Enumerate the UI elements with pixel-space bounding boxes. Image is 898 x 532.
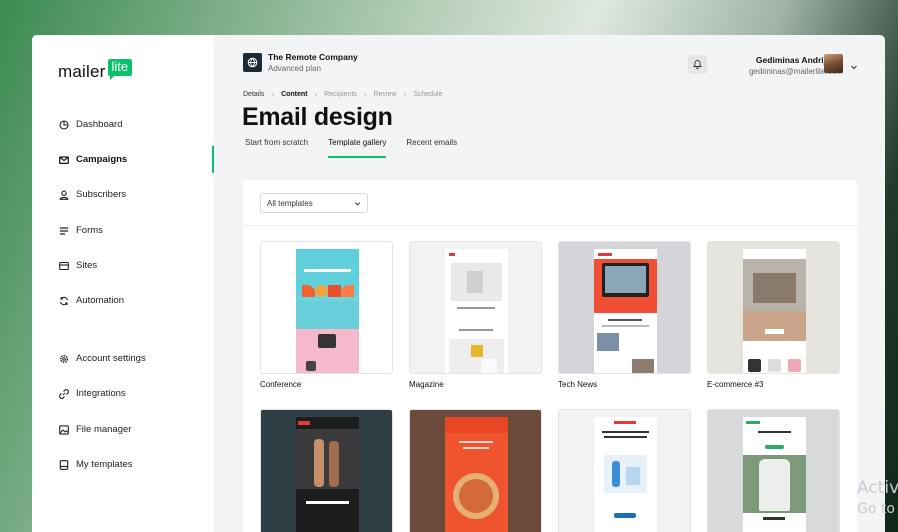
template-gallery-panel: All templates Conference Magazine Tech N…: [243, 180, 857, 532]
tab-bar: Start from scratch Template gallery Rece…: [245, 138, 477, 158]
sidebar-item-label: Sites: [76, 260, 98, 271]
sidebar-item-label: Dashboard: [76, 119, 123, 130]
page-title: Email design: [242, 103, 393, 131]
breadcrumb-review[interactable]: Review: [374, 91, 397, 98]
template-label: Conference: [260, 380, 302, 389]
template-card-tech-news[interactable]: [558, 241, 691, 374]
template-preview: [594, 249, 657, 373]
sidebar-item-campaigns[interactable]: Campaigns: [58, 154, 127, 165]
gear-icon: [58, 353, 69, 364]
template-card[interactable]: [558, 409, 691, 532]
company-plan: Advanced plan: [268, 64, 321, 73]
user-icon: [58, 189, 69, 200]
sidebar-item-automation[interactable]: Automation: [58, 295, 124, 306]
sidebar-item-dashboard[interactable]: Dashboard: [58, 119, 122, 130]
sidebar-item-label: My templates: [76, 459, 133, 470]
activate-windows-watermark: Activ Go to: [857, 478, 898, 520]
company-logo: [243, 53, 262, 72]
template-card[interactable]: [260, 409, 393, 532]
template-preview: [594, 417, 657, 532]
tab-template-gallery[interactable]: Template gallery: [328, 138, 387, 158]
sidebar: mailer lite Dashboard Campaigns Subscrib…: [32, 35, 214, 532]
image-icon: [58, 424, 69, 435]
notifications-button[interactable]: [688, 55, 707, 74]
sidebar-item-subscribers[interactable]: Subscribers: [58, 189, 126, 200]
tab-start-from-scratch[interactable]: Start from scratch: [245, 138, 308, 158]
breadcrumb-details[interactable]: Details: [243, 91, 264, 98]
breadcrumb-schedule[interactable]: Schedule: [413, 91, 442, 98]
template-card[interactable]: [409, 409, 542, 532]
template-label: E-commerce #3: [707, 380, 764, 389]
watermark-line2: Go to: [857, 501, 895, 517]
template-preview: [296, 417, 359, 532]
chevron-right-icon: ›: [403, 90, 407, 99]
template-card-ecommerce-3[interactable]: [707, 241, 840, 374]
sidebar-item-label: Automation: [76, 295, 125, 306]
mailerlite-logo[interactable]: mailer lite: [58, 59, 133, 82]
company-name: The Remote Company: [268, 52, 358, 62]
chevron-down-icon: [354, 200, 361, 209]
divider: [243, 225, 857, 226]
template-card-magazine[interactable]: [409, 241, 542, 374]
sidebar-item-account-settings[interactable]: Account settings: [58, 353, 146, 364]
template-label: Magazine: [409, 380, 444, 389]
link-icon: [58, 388, 69, 399]
sidebar-item-integrations[interactable]: Integrations: [58, 388, 126, 399]
template-card[interactable]: [707, 409, 840, 532]
sidebar-item-label: Campaigns: [76, 154, 128, 165]
template-label: Tech News: [558, 380, 598, 389]
avatar[interactable]: [824, 54, 843, 73]
breadcrumb-content[interactable]: Content: [281, 91, 307, 98]
chevron-right-icon: ›: [314, 90, 318, 99]
sidebar-item-label: Account settings: [76, 353, 146, 364]
forms-icon: [58, 225, 69, 236]
sites-icon: [58, 260, 69, 271]
chevron-down-icon[interactable]: [850, 58, 858, 76]
sidebar-item-label: File manager: [76, 424, 132, 435]
automation-icon: [58, 295, 69, 306]
template-card-conference[interactable]: [260, 241, 393, 374]
template-preview: [445, 249, 508, 373]
dashboard-icon: [58, 119, 69, 130]
sidebar-item-label: Subscribers: [76, 189, 127, 200]
sidebar-item-label: Integrations: [76, 388, 126, 399]
bell-icon: [693, 56, 702, 74]
logo-badge: lite: [107, 59, 133, 80]
tab-recent-emails[interactable]: Recent emails: [406, 138, 457, 158]
breadcrumb-recipients[interactable]: Recipients: [324, 91, 357, 98]
breadcrumb: Details › Content › Recipients › Review …: [243, 90, 442, 99]
sidebar-item-sites[interactable]: Sites: [58, 260, 97, 271]
template-icon: [58, 459, 69, 470]
app-window: mailer lite Dashboard Campaigns Subscrib…: [32, 35, 885, 532]
watermark-line1: Activ: [857, 478, 898, 498]
template-filter-select[interactable]: All templates: [260, 193, 368, 213]
template-filter-value: All templates: [267, 198, 313, 208]
chevron-right-icon: ›: [363, 90, 367, 99]
sidebar-item-file-manager[interactable]: File manager: [58, 424, 131, 435]
sidebar-item-forms[interactable]: Forms: [58, 225, 103, 236]
sidebar-item-label: Forms: [76, 225, 103, 236]
logo-text: mailer: [58, 62, 106, 81]
mail-icon: [58, 154, 69, 165]
template-preview: [743, 417, 806, 532]
main-content: The Remote Company Advanced plan Gedimin…: [214, 35, 885, 532]
template-preview: [743, 249, 806, 373]
company-switcher[interactable]: The Remote Company Advanced plan: [243, 52, 358, 73]
chevron-right-icon: ›: [271, 90, 275, 99]
template-preview: [296, 249, 359, 373]
template-preview: [445, 417, 508, 532]
sidebar-item-my-templates[interactable]: My templates: [58, 459, 133, 470]
